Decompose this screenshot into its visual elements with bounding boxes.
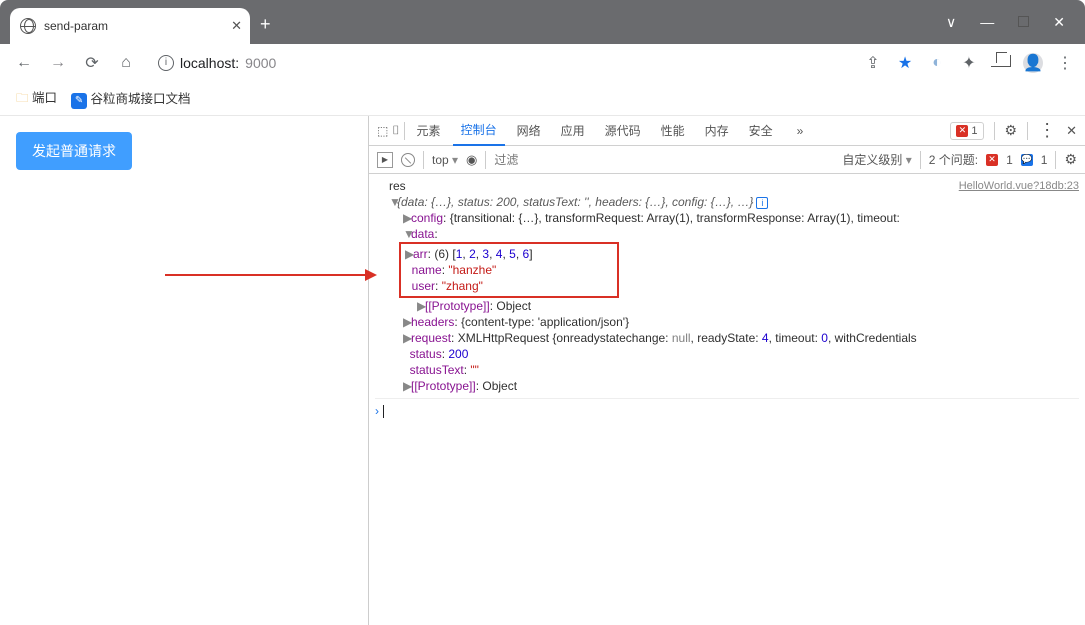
profile-avatar-icon[interactable]: 👤 — [1023, 53, 1043, 73]
content-area: 发起普通请求 ⬚ ⌷ 元素 控制台 网络 应用 源代码 性能 内存 安全 » ✕… — [0, 116, 1085, 625]
issues-message-icon: 💬 — [1021, 154, 1033, 166]
moon-icon[interactable]: ◐ — [927, 54, 947, 72]
play-icon[interactable]: ▶ — [377, 152, 393, 168]
tab-security[interactable]: 安全 — [741, 116, 781, 146]
side-panel-icon[interactable] — [991, 54, 1011, 72]
tab-console[interactable]: 控制台 — [453, 116, 505, 146]
back-button[interactable]: ← — [10, 54, 38, 72]
issues-error-icon: ✕ — [986, 154, 998, 166]
log-level-selector[interactable]: 自定义级别 — [842, 151, 911, 168]
inspect-icon[interactable]: ⬚ — [377, 124, 388, 138]
devtools-tabs: ⬚ ⌷ 元素 控制台 网络 应用 源代码 性能 内存 安全 » ✕1 ⚙ ⋮ ✕ — [369, 116, 1085, 146]
clear-console-icon[interactable] — [401, 153, 415, 167]
extensions-icon[interactable]: ✦ — [959, 53, 979, 73]
error-badge[interactable]: ✕1 — [950, 122, 983, 140]
tabs-overflow-icon[interactable]: » — [789, 116, 812, 146]
tab-application[interactable]: 应用 — [553, 116, 593, 146]
console-output[interactable]: res HelloWorld.vue?18db:23 ▼{data: {…}, … — [369, 174, 1085, 625]
tab-close-icon[interactable]: ✕ — [231, 18, 242, 34]
new-tab-button[interactable]: + — [260, 14, 271, 35]
site-info-icon[interactable]: i — [158, 55, 174, 71]
menu-dots-icon[interactable]: ⋮ — [1055, 53, 1075, 73]
tab-network[interactable]: 网络 — [509, 116, 549, 146]
source-link[interactable]: HelloWorld.vue?18db:23 — [959, 178, 1079, 194]
console-settings-gear-icon[interactable]: ⚙ — [1064, 151, 1077, 168]
live-expression-icon[interactable]: ◉ — [466, 152, 477, 168]
info-icon[interactable]: i — [756, 197, 768, 209]
browser-tab[interactable]: send-param ✕ — [10, 8, 250, 44]
device-toggle-icon[interactable]: ⌷ — [392, 123, 399, 138]
highlighted-data-box: ▶arr: (6) [1, 2, 3, 4, 5, 6] name: "hanz… — [399, 242, 619, 298]
bookmark-item-port[interactable]: 🗀 端口 — [16, 87, 57, 110]
reload-button[interactable]: ⟳ — [78, 53, 106, 73]
settings-gear-icon[interactable]: ⚙ — [1005, 122, 1018, 139]
console-filter-row: ▶ top ◉ 自定义级别 2 个问题: ✕1 💬1 ⚙ — [369, 146, 1085, 174]
window-chevron-icon[interactable]: ∨ — [946, 14, 956, 31]
console-cursor[interactable] — [383, 405, 384, 418]
console-prompt-icon: › — [375, 404, 379, 418]
toolbar-right: ⇪ ★ ◐ ✦ 👤 ⋮ — [863, 53, 1075, 73]
bookmark-item-guli[interactable]: ✎ 谷粒商城接口文档 — [71, 88, 191, 109]
devtools-menu-icon[interactable]: ⋮ — [1038, 120, 1056, 141]
globe-icon — [20, 18, 36, 34]
tab-title: send-param — [44, 19, 108, 33]
send-request-button[interactable]: 发起普通请求 — [16, 132, 132, 170]
devtools-close-icon[interactable]: ✕ — [1066, 123, 1077, 139]
object-summary[interactable]: {data: {…}, status: 200, statusText: '',… — [397, 195, 753, 209]
bookmark-star-icon[interactable]: ★ — [895, 53, 915, 73]
url-host: localhost: — [180, 55, 239, 71]
tab-performance[interactable]: 性能 — [653, 116, 693, 146]
window-buttons: ∨ — ✕ — [946, 0, 1085, 44]
bookmarks-bar: 🗀 端口 ✎ 谷粒商城接口文档 — [0, 82, 1085, 116]
forward-button: → — [44, 54, 72, 72]
filter-input[interactable] — [494, 153, 834, 167]
url-box[interactable]: i localhost: 9000 — [146, 48, 857, 78]
log-label: res — [389, 179, 406, 193]
home-button[interactable]: ⌂ — [112, 54, 140, 72]
issues-label: 2 个问题: — [929, 151, 978, 168]
address-bar-row: ← → ⟳ ⌂ i localhost: 9000 ⇪ ★ ◐ ✦ 👤 ⋮ — [0, 44, 1085, 82]
window-minimize-button[interactable]: — — [980, 14, 994, 30]
tab-memory[interactable]: 内存 — [697, 116, 737, 146]
window-close-button[interactable]: ✕ — [1053, 14, 1065, 31]
devtools-panel: ⬚ ⌷ 元素 控制台 网络 应用 源代码 性能 内存 安全 » ✕1 ⚙ ⋮ ✕… — [368, 116, 1085, 625]
url-port: 9000 — [245, 55, 276, 71]
annotation-arrow — [165, 274, 375, 276]
tab-sources[interactable]: 源代码 — [597, 116, 649, 146]
context-selector[interactable]: top — [432, 153, 458, 167]
window-maximize-button[interactable] — [1018, 14, 1029, 30]
page-pane: 发起普通请求 — [0, 116, 368, 625]
window-titlebar: send-param ✕ + ∨ — ✕ — [0, 0, 1085, 44]
share-icon[interactable]: ⇪ — [863, 53, 883, 73]
tab-elements[interactable]: 元素 — [409, 116, 449, 146]
